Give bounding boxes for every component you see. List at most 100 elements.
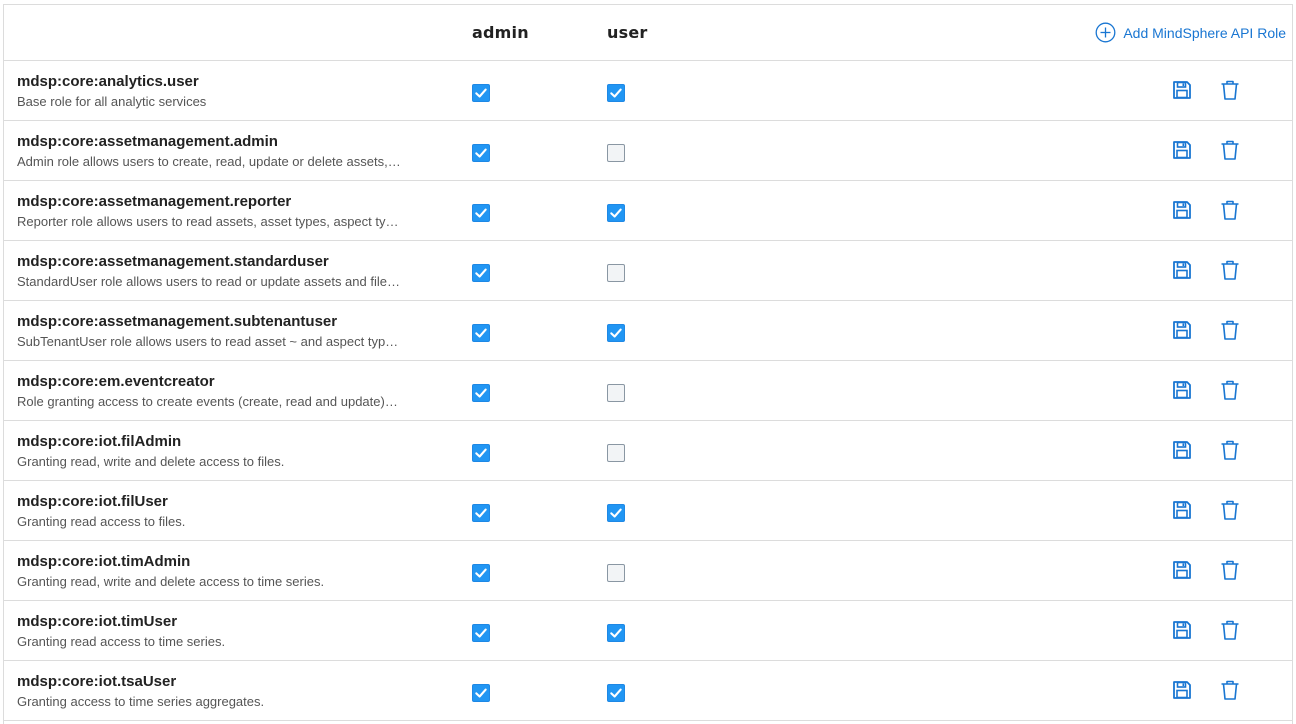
checkmark-icon (475, 88, 487, 98)
role-name: mdsp:core:iot.timAdmin (17, 553, 191, 570)
trash-icon (1221, 140, 1239, 160)
delete-button[interactable] (1219, 319, 1241, 341)
admin-checkbox[interactable] (472, 684, 490, 702)
delete-button[interactable] (1219, 679, 1241, 701)
checkmark-icon (610, 208, 622, 218)
admin-checkbox[interactable] (472, 264, 490, 282)
user-checkbox[interactable] (607, 564, 625, 582)
user-checkbox[interactable] (607, 264, 625, 282)
save-icon (1173, 381, 1191, 399)
role-name: mdsp:core:assetmanagement.admin (17, 133, 278, 150)
admin-checkbox[interactable] (472, 84, 490, 102)
role-name: mdsp:core:iot.filUser (17, 493, 168, 510)
user-checkbox[interactable] (607, 444, 625, 462)
delete-button[interactable] (1219, 79, 1241, 101)
role-name: mdsp:core:assetmanagement.subtenantuser (17, 313, 338, 330)
save-button[interactable] (1171, 439, 1193, 461)
trash-icon (1221, 320, 1239, 340)
admin-checkbox[interactable] (472, 384, 490, 402)
checkmark-icon (610, 88, 622, 98)
checkmark-icon (610, 688, 622, 698)
plus-circle-icon (1095, 22, 1116, 43)
save-button[interactable] (1171, 679, 1193, 701)
user-checkbox[interactable] (607, 504, 625, 522)
checkmark-icon (475, 208, 487, 218)
role-name: mdsp:core:analytics.user (17, 73, 199, 90)
trash-icon (1221, 560, 1239, 580)
trash-icon (1221, 620, 1239, 640)
delete-button[interactable] (1219, 439, 1241, 461)
add-api-role-button[interactable]: Add MindSphere API Role (1095, 22, 1286, 43)
user-checkbox[interactable] (607, 144, 625, 162)
checkmark-icon (475, 148, 487, 158)
checkmark-icon (475, 628, 487, 638)
user-checkbox[interactable] (607, 384, 625, 402)
admin-checkbox[interactable] (472, 444, 490, 462)
save-icon (1173, 201, 1191, 219)
checkmark-icon (475, 328, 487, 338)
trash-icon (1221, 500, 1239, 520)
trash-icon (1221, 440, 1239, 460)
user-checkbox[interactable] (607, 204, 625, 222)
role-description: Granting read, write and delete access t… (17, 454, 285, 469)
save-icon (1173, 441, 1191, 459)
checkmark-icon (475, 568, 487, 578)
role-description: Granting read access to time series. (17, 634, 226, 649)
table-row: mdsp:core:assetmanagement.admin Admin ro… (4, 121, 1292, 181)
admin-checkbox[interactable] (472, 564, 490, 582)
save-button[interactable] (1171, 559, 1193, 581)
admin-checkbox[interactable] (472, 204, 490, 222)
save-button[interactable] (1171, 139, 1193, 161)
admin-checkbox[interactable] (472, 504, 490, 522)
trash-icon (1221, 380, 1239, 400)
save-button[interactable] (1171, 619, 1193, 641)
role-description: Base role for all analytic services (17, 94, 207, 109)
delete-button[interactable] (1219, 259, 1241, 281)
trash-icon (1221, 80, 1239, 100)
save-button[interactable] (1171, 379, 1193, 401)
checkmark-icon (610, 628, 622, 638)
role-description: Admin role allows users to create, read,… (17, 154, 401, 169)
column-header-user: user (607, 23, 648, 42)
role-description: Granting read, write and delete access t… (17, 574, 325, 589)
table-row: mdsp:core:iot.tsaUser Granting access to… (4, 661, 1292, 721)
trash-icon (1221, 200, 1239, 220)
delete-button[interactable] (1219, 619, 1241, 641)
table-row: mdsp:core:assetmanagement.standarduser S… (4, 241, 1292, 301)
admin-checkbox[interactable] (472, 324, 490, 342)
role-name: mdsp:core:em.eventcreator (17, 373, 215, 390)
roles-table: admin user Add MindSphere API Role mdsp:… (3, 4, 1293, 724)
save-icon (1173, 621, 1191, 639)
delete-button[interactable] (1219, 559, 1241, 581)
checkmark-icon (475, 688, 487, 698)
admin-checkbox[interactable] (472, 624, 490, 642)
checkmark-icon (475, 268, 487, 278)
user-checkbox[interactable] (607, 84, 625, 102)
admin-checkbox[interactable] (472, 144, 490, 162)
delete-button[interactable] (1219, 379, 1241, 401)
role-description: SubTenantUser role allows users to read … (17, 334, 399, 349)
delete-button[interactable] (1219, 499, 1241, 521)
user-checkbox[interactable] (607, 684, 625, 702)
table-row: mdsp:core:iot.timUser Granting read acce… (4, 601, 1292, 661)
save-icon (1173, 141, 1191, 159)
save-button[interactable] (1171, 499, 1193, 521)
table-row: mdsp:core:assetmanagement.subtenantuser … (4, 301, 1292, 361)
table-row: mdsp:core:iot.timAdmin Granting read, wr… (4, 541, 1292, 601)
user-checkbox[interactable] (607, 624, 625, 642)
save-button[interactable] (1171, 259, 1193, 281)
role-name: mdsp:core:iot.timUser (17, 613, 178, 630)
checkmark-icon (475, 448, 487, 458)
role-description: Granting access to time series aggregate… (17, 694, 265, 709)
save-button[interactable] (1171, 319, 1193, 341)
save-icon (1173, 261, 1191, 279)
save-button[interactable] (1171, 79, 1193, 101)
role-description: Role granting access to create events (c… (17, 394, 398, 409)
table-body: mdsp:core:analytics.user Base role for a… (4, 61, 1292, 721)
delete-button[interactable] (1219, 139, 1241, 161)
save-button[interactable] (1171, 199, 1193, 221)
delete-button[interactable] (1219, 199, 1241, 221)
role-description: Granting read access to files. (17, 514, 186, 529)
table-row: mdsp:core:analytics.user Base role for a… (4, 61, 1292, 121)
user-checkbox[interactable] (607, 324, 625, 342)
